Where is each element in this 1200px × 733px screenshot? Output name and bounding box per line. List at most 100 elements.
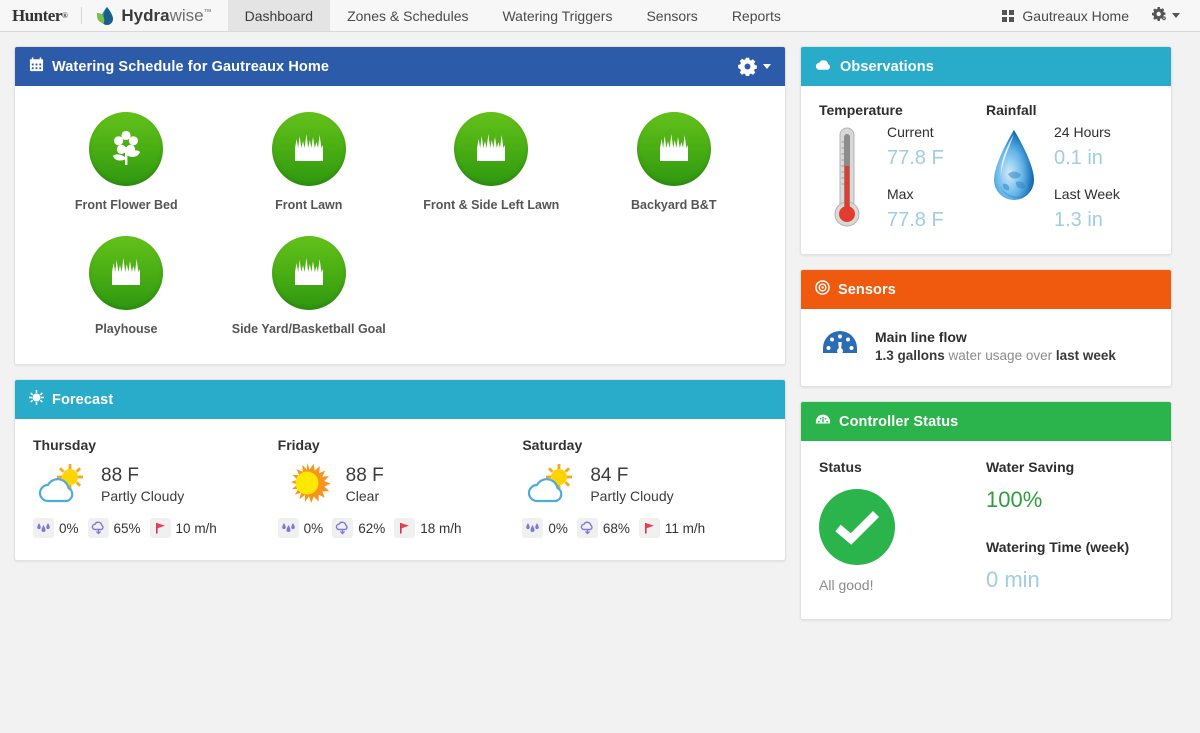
sensor-period: last week xyxy=(1055,347,1116,363)
hydrawise-logo[interactable]: Hydrawise™ xyxy=(82,0,227,31)
watering-schedule-title: Watering Schedule for Gautreaux Home xyxy=(52,58,330,75)
forecast-wind: 18 m/h xyxy=(394,518,462,538)
nav-tabs: Dashboard Zones & Schedules Watering Tri… xyxy=(227,0,798,31)
temperature-current-label: Current xyxy=(887,124,934,140)
sensor-amount: 1.3 gallons xyxy=(875,347,945,363)
gauge-icon xyxy=(815,413,831,431)
page-content: Watering Schedule for Gautreaux Home Fro… xyxy=(0,32,1200,733)
watering-schedule-header: Watering Schedule for Gautreaux Home xyxy=(15,47,785,86)
flow-meter-icon xyxy=(819,327,861,364)
forecast-day-name: Saturday xyxy=(522,437,583,453)
water-drop-leaf-icon xyxy=(94,5,116,27)
zone-item[interactable]: Front Flower Bed xyxy=(35,112,218,212)
temperature-current-value: 77.8 F xyxy=(887,147,944,169)
settings-menu-button[interactable] xyxy=(1145,6,1186,25)
wind-flag-icon xyxy=(638,518,660,538)
forecast-humidity: 65% xyxy=(87,518,141,538)
forecast-rain-chance: 0% xyxy=(522,518,568,538)
tab-reports[interactable]: Reports xyxy=(715,0,798,31)
zone-label: Front Flower Bed xyxy=(74,198,178,212)
forecast-wind-value: 11 m/h xyxy=(664,520,706,536)
zone-circle xyxy=(271,112,346,186)
water-saving-value: 100% xyxy=(986,487,1043,512)
zone-item[interactable]: Front Lawn xyxy=(218,112,401,212)
zone-item[interactable]: Front & Side Left Lawn xyxy=(400,112,583,212)
chevron-down-icon xyxy=(1172,13,1180,18)
rain-drops-icon xyxy=(522,518,544,538)
forecast-temperature: 84 F xyxy=(590,464,629,486)
forecast-humidity-value: 68% xyxy=(602,520,630,536)
forecast-condition: Partly Cloudy xyxy=(101,487,185,504)
grass-icon xyxy=(105,251,147,296)
zone-label: Front Lawn xyxy=(275,198,343,212)
forecast-condition: Partly Cloudy xyxy=(590,487,674,504)
hydrawise-light-text: wise xyxy=(169,5,204,25)
watering-time-label: Watering Time (week) xyxy=(986,539,1130,555)
sensors-body: Main line flow 1.3 gallons water usage o… xyxy=(801,309,1171,386)
cloud-icon xyxy=(815,58,832,75)
zone-item[interactable]: Playhouse xyxy=(35,236,218,336)
wind-flag-icon xyxy=(149,518,171,538)
hunter-logo[interactable]: Hunter ® xyxy=(0,0,81,31)
water-saving-label: Water Saving xyxy=(986,459,1075,475)
forecast-panel: Forecast Thursday 88 F Partly Cloudy 0% … xyxy=(14,379,786,561)
forecast-rain-value: 0% xyxy=(548,520,568,536)
flower-icon xyxy=(105,127,147,172)
forecast-title: Forecast xyxy=(52,391,114,408)
gear-icon xyxy=(738,57,757,76)
forecast-day: Friday 88 F Clear 0% 62% 18 m/h xyxy=(277,437,523,538)
sensor-name: Main line flow xyxy=(875,328,967,345)
zone-circle xyxy=(636,112,711,186)
grid-icon xyxy=(1002,9,1015,22)
controller-metrics-column: Water Saving 100% Watering Time (week) 0… xyxy=(986,459,1153,593)
forecast-wind-value: 10 m/h xyxy=(175,520,217,536)
sensors-header: Sensors xyxy=(801,270,1171,309)
temperature-max-value: 77.8 F xyxy=(887,209,944,231)
sun-icon xyxy=(29,390,44,409)
chevron-down-icon xyxy=(763,64,771,69)
gear-icon xyxy=(1151,6,1167,25)
forecast-day-name: Thursday xyxy=(33,437,97,453)
forecast-humidity: 62% xyxy=(332,518,385,538)
hydrawise-bold-text: Hydra xyxy=(121,5,170,25)
controller-status-header: Controller Status xyxy=(801,402,1171,441)
calendar-icon xyxy=(29,57,44,76)
zone-circle xyxy=(89,236,164,310)
forecast-rain-value: 0% xyxy=(59,520,79,536)
zone-label: Playhouse xyxy=(94,322,158,336)
zone-label: Side Yard/Basketball Goal xyxy=(231,322,386,336)
zone-circle xyxy=(271,236,346,310)
watering-time-value: 0 min xyxy=(986,567,1040,592)
rainfall-24h-label: 24 Hours xyxy=(1054,124,1111,140)
nav-right-group: Gautreaux Home xyxy=(992,0,1200,31)
left-column: Watering Schedule for Gautreaux Home Fro… xyxy=(14,46,786,561)
tab-zones-and-schedules[interactable]: Zones & Schedules xyxy=(330,0,485,31)
controller-status-column: Status All good! xyxy=(819,459,986,593)
grass-icon xyxy=(288,251,330,296)
top-navigation-bar: Hunter ® Hydrawise™ Dashboard Zones & Sch… xyxy=(0,0,1200,32)
wind-flag-icon xyxy=(394,518,416,538)
controller-status-body: Status All good! Water Saving 100% Water… xyxy=(801,441,1171,619)
rainfall-title: Rainfall xyxy=(986,102,1037,118)
forecast-wind: 10 m/h xyxy=(149,518,217,538)
sensor-description: 1.3 gallons water usage over last week xyxy=(875,348,1116,363)
zone-item[interactable]: Side Yard/Basketball Goal xyxy=(218,236,401,336)
humidity-cloud-icon xyxy=(87,518,109,538)
status-text: All good! xyxy=(819,577,874,593)
hunter-logo-text: Hunter xyxy=(12,5,62,25)
temperature-max-label: Max xyxy=(887,186,914,202)
site-selector[interactable]: Gautreaux Home xyxy=(992,8,1139,24)
tab-sensors[interactable]: Sensors xyxy=(629,0,714,31)
tab-dashboard[interactable]: Dashboard xyxy=(227,0,331,31)
watering-schedule-menu-button[interactable] xyxy=(738,57,771,76)
rainfall-24h-value: 0.1 in xyxy=(1054,147,1103,169)
rainfall-week-label: Last Week xyxy=(1054,186,1120,202)
tab-watering-triggers[interactable]: Watering Triggers xyxy=(485,0,629,31)
target-icon xyxy=(815,280,830,299)
forecast-wind: 11 m/h xyxy=(638,518,706,538)
partly-cloudy-icon xyxy=(33,461,91,509)
partly-cloudy-icon xyxy=(522,461,580,509)
zone-circle xyxy=(454,112,529,186)
forecast-condition: Clear xyxy=(345,487,380,504)
zone-item[interactable]: Backyard B&T xyxy=(583,112,766,212)
